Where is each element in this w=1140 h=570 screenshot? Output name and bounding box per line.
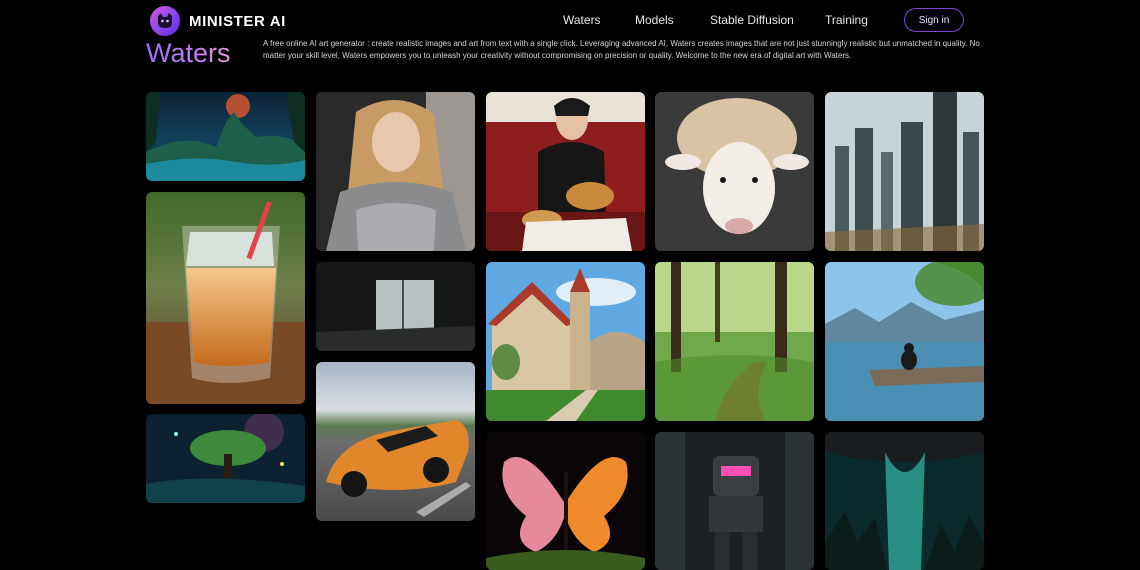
- gallery-item-mech-robot[interactable]: [655, 432, 814, 570]
- iced-tea-image: [146, 192, 305, 404]
- european-village-image: [486, 262, 645, 421]
- page-title: Waters: [146, 38, 231, 68]
- cat-logo-icon: [150, 6, 180, 36]
- nav-item-models[interactable]: Models: [635, 13, 674, 27]
- page-description: A free online AI art generator : create …: [263, 39, 980, 60]
- gallery-item-iced-tea[interactable]: [146, 192, 305, 404]
- gallery-item-armored-girl[interactable]: [316, 92, 475, 251]
- brand-name: MINISTER AI: [189, 13, 286, 30]
- butterfly-image: [486, 432, 645, 570]
- sheep-image: [655, 92, 814, 251]
- gallery-item-european-village[interactable]: [486, 262, 645, 421]
- gallery-item-empty-room[interactable]: [316, 262, 475, 351]
- forest-path-image: [655, 262, 814, 421]
- glowing-cave-image: [825, 432, 984, 570]
- gallery-item-glowing-tree[interactable]: [146, 414, 305, 503]
- brand-name-accent: AI: [269, 12, 286, 30]
- page: MINISTER AI Waters Models Stable Diffusi…: [0, 0, 1140, 570]
- gallery-item-forest-path[interactable]: [655, 262, 814, 421]
- mech-robot-image: [655, 432, 814, 570]
- gallery-item-lake-with-cat[interactable]: [825, 262, 984, 421]
- glowing-tree-image: [146, 414, 305, 503]
- gallery-item-glowing-cave[interactable]: [825, 432, 984, 570]
- gallery-item-futuristic-city[interactable]: [825, 92, 984, 251]
- nav-item-stable-diffusion[interactable]: Stable Diffusion: [710, 13, 794, 27]
- gallery-item-butterfly[interactable]: [486, 432, 645, 570]
- gallery-item-boy-with-cat[interactable]: [486, 92, 645, 251]
- sign-in-button[interactable]: Sign in: [904, 8, 964, 32]
- armored-girl-image: [316, 92, 475, 251]
- sports-car-image: [316, 362, 475, 521]
- gallery-item-fantasy-castle[interactable]: [146, 92, 305, 181]
- boy-with-cat-image: [486, 92, 645, 251]
- gallery-item-sports-car[interactable]: [316, 362, 475, 521]
- brand-name-primary: MINISTER: [189, 12, 266, 30]
- futuristic-city-image: [825, 92, 984, 251]
- fantasy-castle-image: [146, 92, 305, 181]
- nav-item-waters[interactable]: Waters: [563, 13, 601, 27]
- site-header: MINISTER AI Waters Models Stable Diffusi…: [146, 4, 986, 38]
- lake-with-cat-image: [825, 262, 984, 421]
- gallery-item-sheep[interactable]: [655, 92, 814, 251]
- brand-logo[interactable]: MINISTER AI: [150, 6, 286, 36]
- empty-room-image: [316, 262, 475, 351]
- nav-item-training[interactable]: Training: [825, 13, 868, 27]
